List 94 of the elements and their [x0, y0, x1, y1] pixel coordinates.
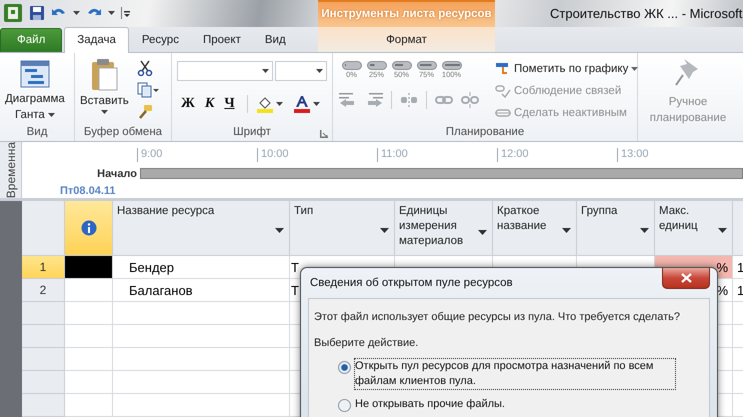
option-label[interactable]: Не открывать прочие файлы.	[355, 397, 655, 412]
start-label: Начало	[96, 168, 138, 180]
filter-icon[interactable]	[718, 228, 727, 233]
dialog-message: Этот файл использует общие ресурсы из пула. Что требуется сделать?	[314, 311, 681, 323]
button-label: планирование	[650, 110, 726, 125]
italic-button[interactable]: К	[200, 96, 218, 112]
time-tick: 11:00	[377, 148, 497, 162]
progress-bar-icon	[442, 60, 462, 70]
row-header[interactable]	[22, 325, 65, 348]
font-color-icon	[292, 94, 311, 113]
caret-icon	[108, 11, 115, 16]
ribbon-tab[interactable]: Файл	[0, 28, 62, 52]
progress-bar-icon	[366, 60, 386, 70]
close-button[interactable]	[662, 268, 710, 289]
ribbon-tab[interactable]: Проект	[192, 28, 252, 52]
time-tick: 13:00	[617, 148, 737, 162]
time-tick: 10:00	[257, 148, 377, 162]
paste-button[interactable]: Вставить	[78, 56, 131, 124]
schedule-mark-icon	[495, 60, 511, 77]
button-label: Диаграмма	[5, 92, 65, 106]
fill-color-icon	[256, 94, 274, 113]
ribbon-tab[interactable]: Вид	[254, 28, 297, 52]
underline-button[interactable]: Ч	[220, 96, 239, 112]
row-header[interactable]	[22, 394, 65, 417]
option-label[interactable]: Открыть пул ресурсов для просмотра назначений по всем файлам клиентов пула.	[355, 359, 675, 389]
bold-button[interactable]: Ж	[177, 96, 199, 112]
caret-icon	[276, 102, 283, 106]
time-tick: 12:00	[497, 148, 617, 162]
progress-bar-icon	[416, 60, 436, 70]
caret-icon	[73, 11, 80, 16]
column-header[interactable]: Единицы измерения материалов	[395, 201, 493, 256]
clipboard-icon	[89, 58, 120, 92]
ribbon-tab[interactable]: Ресурс	[130, 28, 190, 52]
filter-icon[interactable]	[275, 228, 284, 233]
group-label: Вид	[26, 126, 48, 138]
caret-icon	[48, 112, 55, 117]
contextual-tab-title: Инструменты листа ресурсов	[321, 8, 492, 20]
timeline-label: Временна	[4, 142, 18, 198]
column-header[interactable]: Название ресурса	[113, 201, 290, 256]
filter-icon[interactable]	[380, 228, 389, 233]
indent-icon	[365, 92, 383, 108]
copy-icon	[136, 82, 159, 98]
app-icon	[3, 3, 23, 24]
dialog-prompt: Выберите действие.	[314, 337, 420, 349]
select-all-cell[interactable]	[22, 201, 65, 256]
window-title: Строительство ЖК ... - Microsoft	[550, 6, 742, 21]
button-label: Ганта	[14, 108, 45, 122]
gantt-chart-button[interactable]: Диаграмма Ганта	[3, 56, 67, 124]
filter-icon[interactable]	[562, 228, 571, 233]
filter-icon[interactable]	[640, 228, 649, 233]
radio-button[interactable]	[338, 399, 351, 412]
button-label: Ручное	[668, 94, 708, 109]
save-icon	[29, 5, 45, 22]
time-tick: 9:00	[137, 148, 257, 162]
column-header[interactable]: Группа	[577, 201, 655, 256]
font-name-field[interactable]	[177, 60, 274, 81]
group-label: Шрифт	[233, 126, 271, 138]
progress-bar-icon	[342, 60, 362, 70]
caret-icon	[262, 68, 270, 73]
planning-command[interactable]: Пометить по графику	[495, 60, 638, 77]
group-label: Буфер обмена	[84, 126, 162, 138]
format-painter-icon	[136, 104, 153, 120]
caret-icon	[316, 68, 323, 73]
start-date: Пт08.04.11	[59, 184, 117, 197]
table-cell: Балаганов	[113, 279, 290, 302]
link-icon	[435, 94, 453, 106]
ribbon-tab[interactable]: Задача	[64, 26, 129, 53]
caret-icon	[631, 66, 638, 71]
outdent-icon	[339, 92, 357, 108]
close-icon	[680, 273, 692, 283]
radio-button[interactable]	[338, 361, 351, 374]
customize-icon	[121, 7, 130, 20]
info-icon	[80, 220, 96, 236]
group-label: Планирование	[446, 126, 524, 138]
dialog-launcher-icon	[320, 130, 328, 138]
row-header[interactable]	[22, 348, 65, 371]
link-check-icon	[495, 82, 511, 99]
row-header[interactable]	[22, 371, 65, 394]
row-number[interactable]: 2	[22, 279, 65, 302]
row-header[interactable]	[22, 302, 65, 325]
column-header[interactable]: Макс. единиц	[655, 201, 733, 256]
unlink-icon	[461, 92, 479, 108]
table-cell: Бендер	[113, 256, 290, 279]
row-number[interactable]: 1	[22, 256, 65, 279]
font-size-field[interactable]	[275, 60, 327, 81]
split-task-icon	[400, 92, 418, 108]
column-header[interactable]: Краткое название	[493, 201, 577, 256]
gantt-chart-icon	[18, 58, 51, 90]
filter-icon[interactable]	[478, 230, 487, 235]
scissors-icon	[136, 60, 153, 76]
column-header[interactable]: Тип	[290, 201, 395, 256]
caret-icon	[312, 102, 320, 106]
caret-icon	[100, 110, 108, 114]
progress-bar-icon	[392, 60, 412, 70]
